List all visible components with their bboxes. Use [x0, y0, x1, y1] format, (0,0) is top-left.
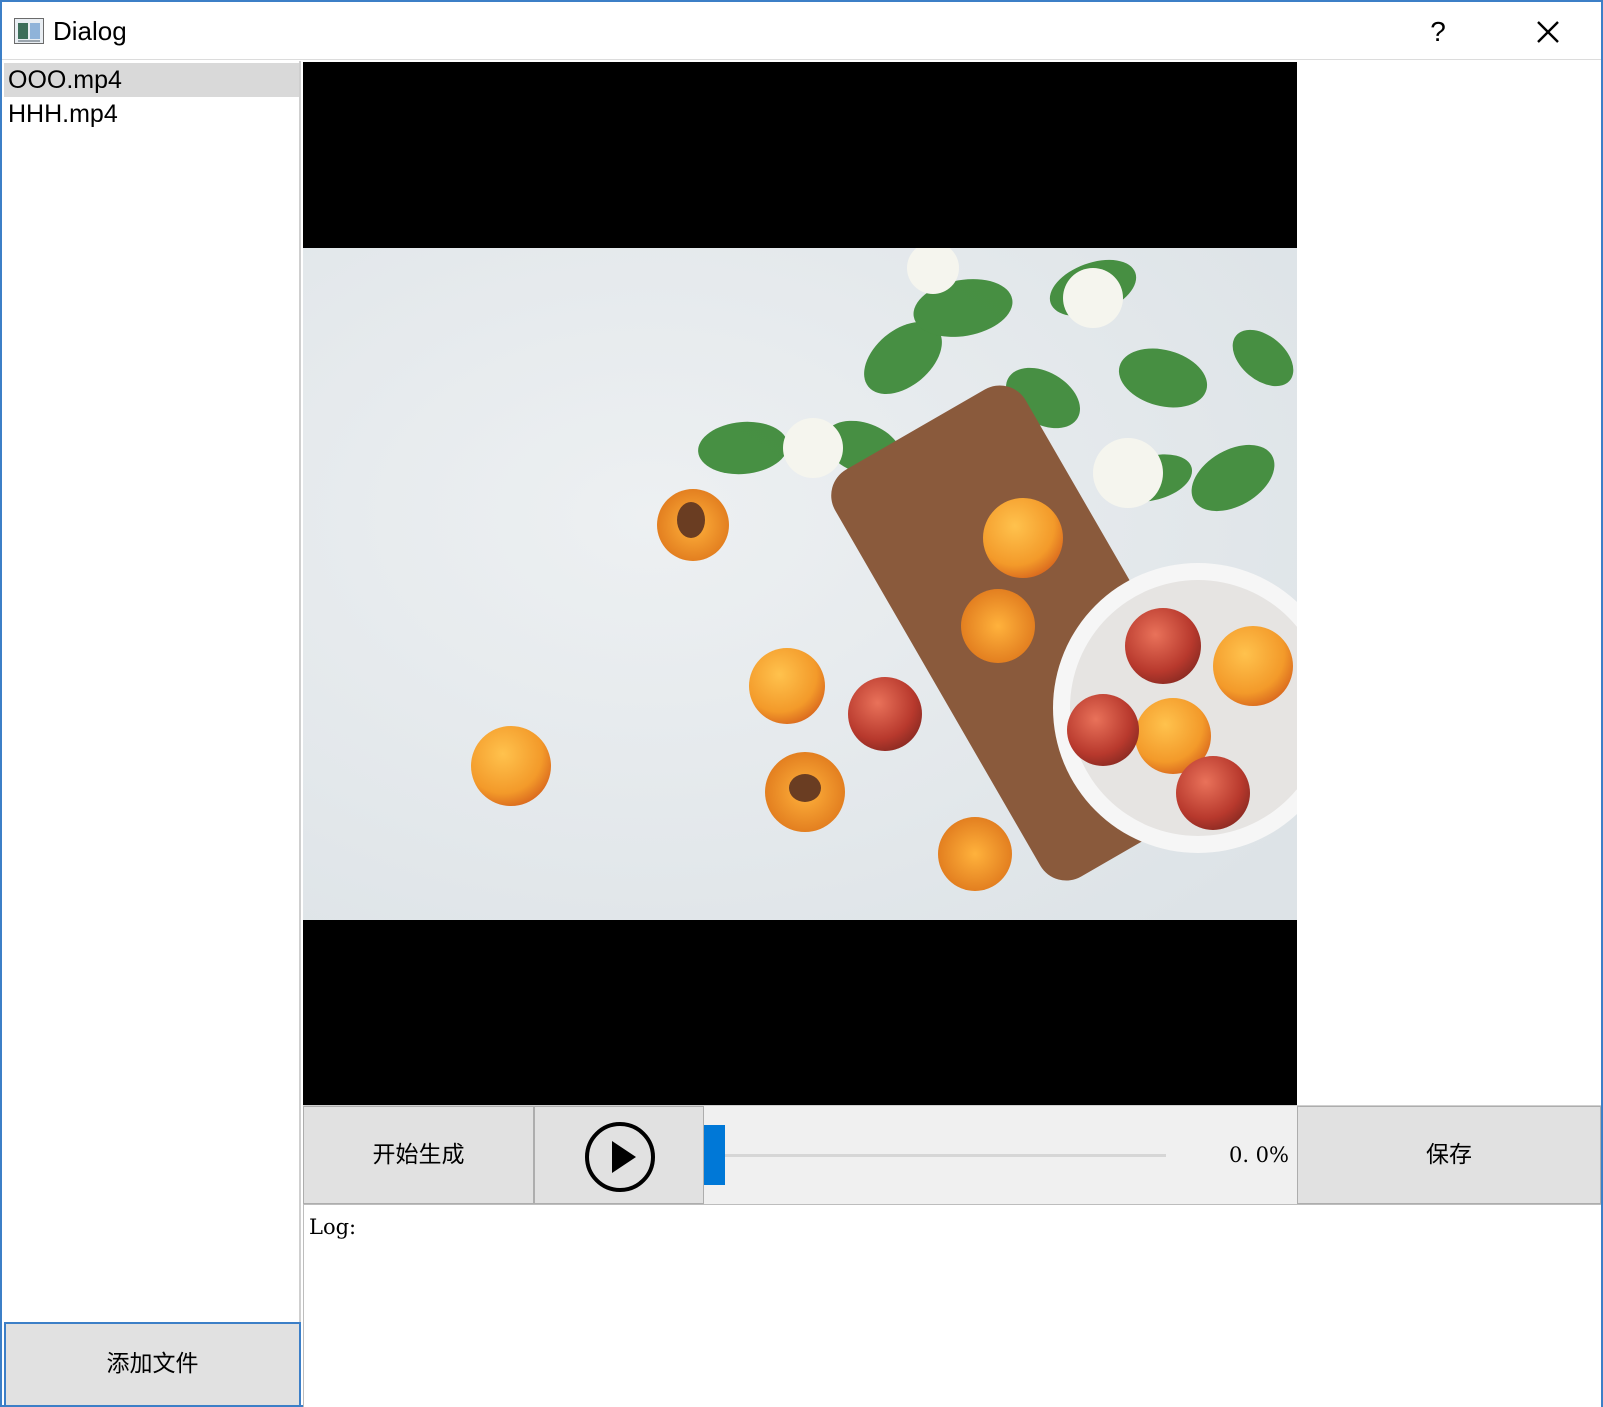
file-list[interactable]: OOO.mp4 HHH.mp4 [2, 61, 301, 1322]
list-item[interactable]: OOO.mp4 [4, 63, 299, 97]
slider-track[interactable] [714, 1154, 1166, 1157]
play-icon [585, 1122, 655, 1192]
progress-percentage: 0. 0% [1228, 1143, 1289, 1167]
file-item-label: HHH.mp4 [8, 100, 118, 128]
progress-slider[interactable]: 0. 0% [704, 1106, 1297, 1204]
window-title: Dialog [53, 16, 127, 46]
log-text: Log: [309, 1215, 357, 1239]
close-button[interactable] [1530, 14, 1566, 50]
video-frame [303, 242, 1343, 920]
file-item-label: OOO.mp4 [8, 66, 122, 94]
list-item[interactable]: HHH.mp4 [4, 97, 299, 131]
title-bar[interactable]: Dialog ? [2, 2, 1601, 60]
log-area[interactable]: Log: [303, 1204, 1601, 1407]
add-file-button[interactable]: 添加文件 [4, 1322, 301, 1407]
dialog-window: Dialog ? OOO.mp4 HHH.mp4 添加文件 开始生成 0. 0%… [0, 0, 1603, 1407]
app-window-icon [14, 18, 44, 44]
save-button[interactable]: 保存 [1297, 1106, 1601, 1204]
play-button[interactable] [534, 1106, 704, 1204]
side-panel [1297, 62, 1601, 1105]
start-generate-button[interactable]: 开始生成 [303, 1106, 534, 1204]
slider-handle[interactable] [704, 1125, 725, 1185]
close-icon [1537, 21, 1559, 43]
player-controls: 开始生成 0. 0% 保存 [303, 1105, 1601, 1204]
video-frame-image [303, 242, 1343, 920]
help-button[interactable]: ? [1420, 12, 1456, 52]
video-player[interactable] [303, 62, 1343, 1105]
